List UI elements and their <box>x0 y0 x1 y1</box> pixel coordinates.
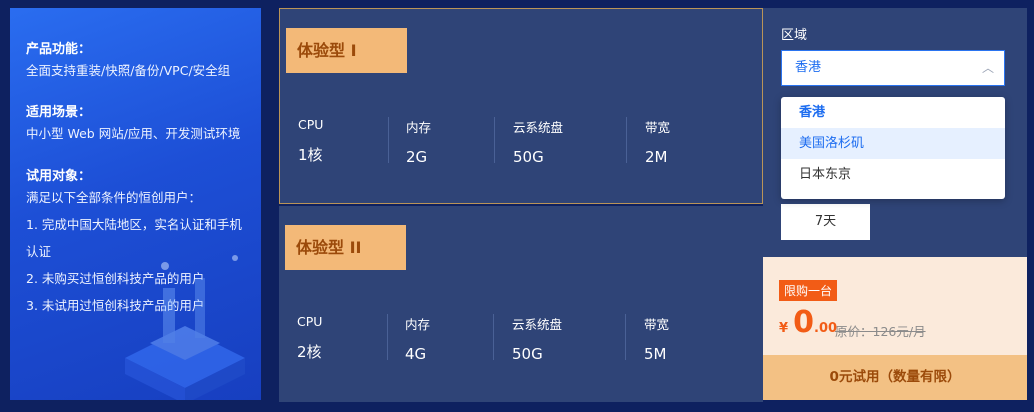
divider <box>493 314 494 360</box>
spec-label: CPU <box>297 314 323 329</box>
spec-value: 2M <box>645 148 668 166</box>
spec-bandwidth: 带宽 5M <box>644 314 670 363</box>
scenario-heading: 适用场景： <box>26 105 92 120</box>
trial-offer-section: 产品功能： 全面支持重装/快照/备份/VPC/安全组 适用场景： 中小型 Web… <box>0 0 1034 412</box>
spec-label: 内存 <box>406 120 432 135</box>
features-text: 全面支持重装/快照/备份/VPC/安全组 <box>26 63 231 78</box>
chevron-up-icon: ︿ <box>981 61 994 75</box>
spec-label: 带宽 <box>645 120 671 135</box>
product-info-panel: 产品功能： 全面支持重装/快照/备份/VPC/安全组 适用场景： 中小型 Web… <box>10 8 261 400</box>
condition-item: 1. 完成中国大陆地区，实名认证和手机 <box>26 217 242 232</box>
divider <box>626 117 627 163</box>
spec-disk: 云系统盘 50G <box>512 314 563 363</box>
currency-symbol: ¥ <box>779 321 789 336</box>
spec-memory: 内存 2G <box>406 117 432 166</box>
spec-label: 带宽 <box>644 317 670 332</box>
divider <box>388 117 389 163</box>
plan-card-2[interactable]: 体验型 II CPU 2核 内存 4G 云系统盘 50G 带宽 5M <box>279 206 763 402</box>
spec-memory: 内存 4G <box>405 314 431 363</box>
plan-card-1[interactable]: 体验型 I CPU 1核 内存 2G 云系统盘 50G 带宽 2M <box>279 8 763 204</box>
spec-value: 2核 <box>297 343 322 361</box>
spec-value: 4G <box>405 345 427 363</box>
divider <box>494 117 495 163</box>
features-heading: 产品功能： <box>26 42 92 57</box>
region-option-hongkong[interactable]: 香港 <box>781 97 1005 128</box>
price-decimal: .00 <box>814 321 838 336</box>
scenario-text: 中小型 Web 网站/应用、开发测试环境 <box>26 126 241 141</box>
target-intro: 满足以下全部条件的恒创用户： <box>26 190 202 205</box>
spec-label: 内存 <box>405 317 431 332</box>
original-price: 原价：126元/月 <box>835 324 926 339</box>
region-option-tokyo[interactable]: 日本东京 <box>781 159 1005 190</box>
spec-label: 云系统盘 <box>513 120 564 135</box>
spec-label: CPU <box>298 117 324 132</box>
spec-value: 2G <box>406 148 428 166</box>
server-illustration-icon <box>125 255 245 400</box>
spec-cpu: CPU 1核 <box>298 117 323 165</box>
spec-cpu: CPU 2核 <box>297 314 322 362</box>
region-select[interactable]: 香港 ︿ <box>781 50 1005 86</box>
free-trial-button[interactable]: 0元试用（数量有限） <box>763 355 1027 400</box>
spec-bandwidth: 带宽 2M <box>645 117 671 166</box>
spec-value: 50G <box>513 148 544 166</box>
divider <box>625 314 626 360</box>
region-select-value: 香港 <box>795 60 822 75</box>
limit-badge: 限购一台 <box>779 280 838 301</box>
spec-value: 50G <box>512 345 543 363</box>
region-label: 区域 <box>781 28 808 43</box>
spec-value: 1核 <box>298 146 323 164</box>
region-dropdown-menu: 香港 美国洛杉矶 日本东京 <box>781 97 1005 199</box>
divider <box>387 314 388 360</box>
order-panel: 区域 香港 ︿ 7天 香港 美国洛杉矶 日本东京 限购一台 ¥ 0.00 原价：… <box>763 8 1027 400</box>
current-price: ¥ 0.00 <box>779 305 837 340</box>
plan-title: 体验型 II <box>285 225 406 270</box>
target-heading: 试用对象： <box>26 169 92 184</box>
region-option-losangeles[interactable]: 美国洛杉矶 <box>781 128 1005 159</box>
plan-title: 体验型 I <box>286 28 407 73</box>
spec-disk: 云系统盘 50G <box>513 117 564 166</box>
spec-label: 云系统盘 <box>512 317 563 332</box>
period-option[interactable]: 7天 <box>781 204 870 240</box>
price-box: 限购一台 ¥ 0.00 原价：126元/月 0元试用（数量有限） <box>763 257 1027 400</box>
price-integer: 0 <box>793 305 815 340</box>
spec-value: 5M <box>644 345 667 363</box>
